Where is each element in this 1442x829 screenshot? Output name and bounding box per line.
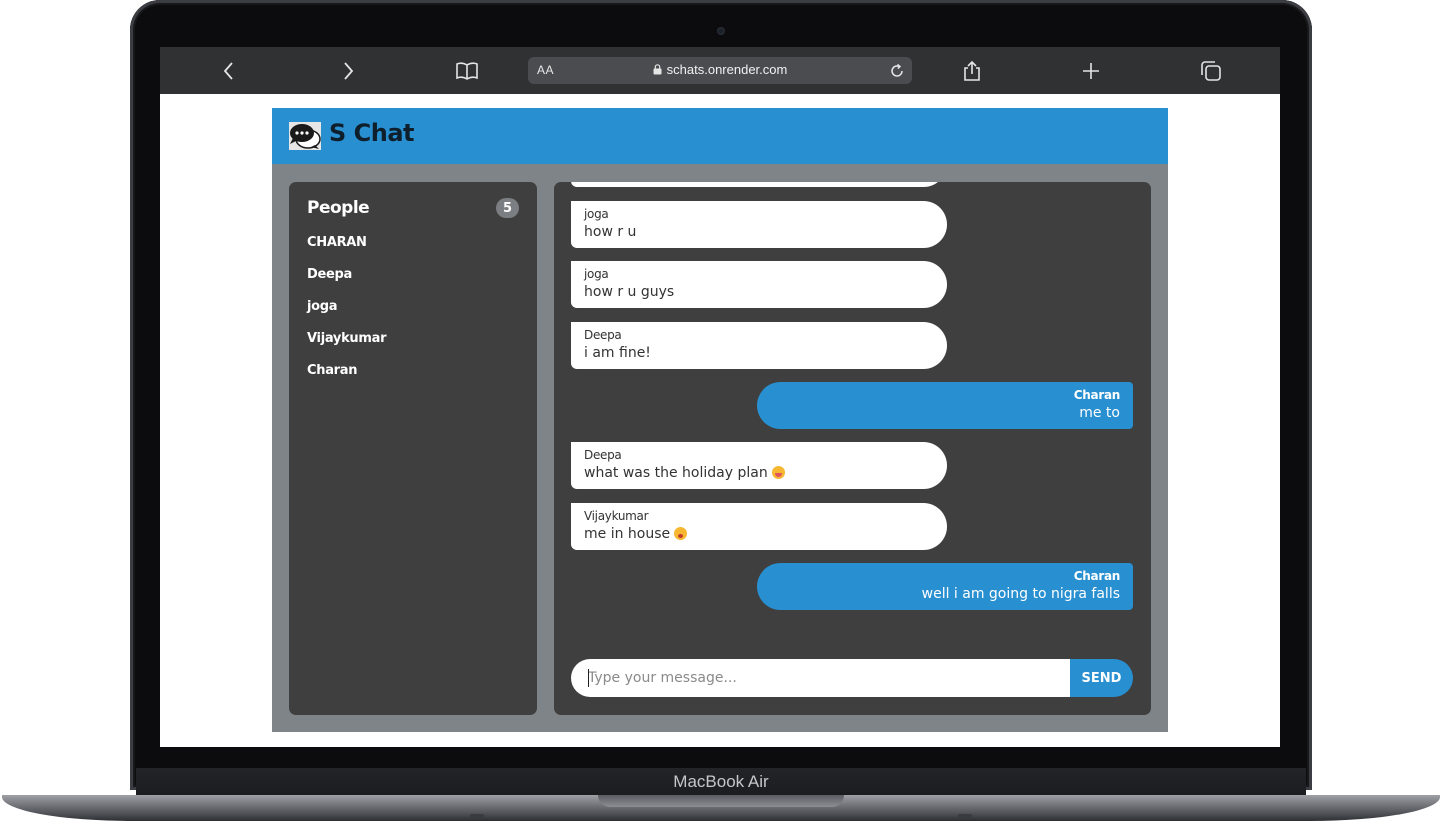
laptop-foot (470, 814, 484, 818)
people-list: CHARAN Deepa joga Vijaykumar Charan (307, 234, 387, 394)
message-bubble: Deepa i am fine! (571, 322, 947, 369)
chat-app: S Chat People 5 CHARAN Deepa joga Vijayk… (272, 108, 1168, 732)
message-sender: Deepa (584, 448, 622, 462)
reload-icon (891, 63, 903, 77)
message-bubble-own: Charan me to (757, 382, 1133, 429)
message-sender: joga (584, 207, 609, 221)
message-bubble: Deepa what was the holiday plan (571, 442, 947, 489)
person-item[interactable]: Charan (307, 362, 386, 394)
message-list[interactable]: joga how r u joga how r u guys Deepa i a… (554, 182, 1151, 642)
person-item[interactable]: joga (307, 298, 386, 330)
new-tab-button[interactable] (1076, 56, 1106, 86)
message-bubble-cut-off (571, 182, 947, 187)
person-item[interactable]: Vijaykumar (307, 330, 387, 362)
address-bar[interactable]: AA schats.onrender.com (528, 57, 912, 84)
back-button[interactable] (214, 56, 244, 86)
message-text: how r u guys (584, 284, 675, 300)
message-sender: Deepa (584, 328, 622, 342)
message-text: me in house (584, 526, 671, 542)
forward-button[interactable] (333, 56, 363, 86)
pleading-face-icon (674, 527, 688, 540)
lock-icon (653, 64, 662, 75)
people-title: People (307, 198, 370, 218)
message-text: how r u (584, 224, 637, 240)
message-sender: joga (584, 267, 609, 281)
chevron-left-icon (223, 62, 233, 80)
message-bubble: joga how r u guys (571, 261, 947, 308)
send-button[interactable]: SEND (1070, 659, 1133, 697)
plus-icon (1083, 63, 1099, 79)
people-count-badge: 5 (496, 198, 519, 218)
camera (718, 28, 724, 34)
person-item[interactable]: CHARAN (307, 234, 386, 266)
book-icon (456, 62, 478, 80)
message-sender: Vijaykumar (584, 509, 649, 523)
tabs-overview-button[interactable] (1196, 56, 1226, 86)
message-sender: Charan (1073, 569, 1121, 583)
browser-toolbar: AA schats.onrender.com (160, 47, 1280, 94)
face-savoring-food-icon (771, 466, 785, 479)
message-text: me to (1079, 405, 1120, 421)
message-sender: Charan (1073, 388, 1121, 402)
text-caret (588, 669, 589, 687)
app-title: S Chat (329, 119, 415, 147)
compose-bar: SEND (571, 659, 1133, 697)
message-text: well i am going to nigra falls (921, 586, 1120, 602)
message-bubble: joga how r u (571, 201, 947, 248)
tabs-icon (1201, 61, 1221, 81)
screen: AA schats.onrender.com S Chat People 5 C… (160, 47, 1280, 747)
person-item[interactable]: Deepa (307, 266, 386, 298)
reload-button[interactable] (886, 60, 908, 82)
bookmarks-button[interactable] (452, 56, 482, 86)
message-bubble-own: Charan well i am going to nigra falls (757, 563, 1133, 610)
people-panel: People 5 CHARAN Deepa joga Vijaykumar Ch… (289, 182, 537, 715)
laptop-foot (958, 814, 972, 818)
share-button[interactable] (957, 56, 987, 86)
chevron-right-icon (344, 62, 354, 80)
message-text: i am fine! (584, 345, 651, 361)
message-text: what was the holiday plan (584, 465, 768, 481)
url-text: schats.onrender.com (666, 62, 788, 77)
chat-panel: joga how r u joga how r u guys Deepa i a… (554, 182, 1151, 715)
chat-bubbles-icon (289, 122, 321, 150)
message-bubble: Vijaykumar me in house (571, 503, 947, 550)
share-icon (964, 60, 980, 81)
app-header: S Chat (272, 108, 1168, 164)
device-brand-label: MacBook Air (673, 772, 769, 791)
message-input[interactable] (571, 659, 1070, 697)
laptop-hinge-notch (598, 795, 844, 807)
